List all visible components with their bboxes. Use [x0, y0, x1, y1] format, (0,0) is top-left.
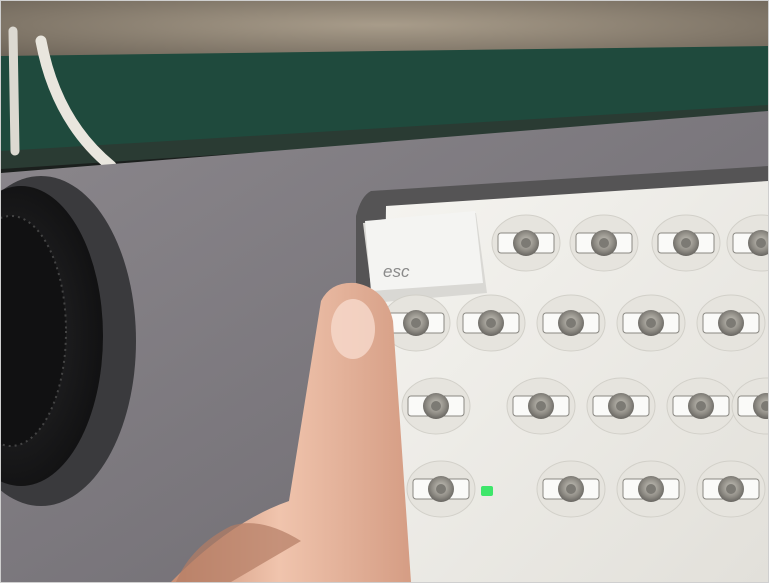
key-switch-stem [696, 294, 766, 352]
fingernail [331, 299, 375, 359]
esc-key-label: esc [383, 262, 410, 281]
white-cable-2 [8, 26, 20, 156]
key-switch-stem [616, 294, 686, 352]
key-switch-stem [506, 377, 576, 435]
photo-frame: esc [0, 0, 769, 583]
caps-lock-led [481, 486, 493, 496]
key-switch-stem [586, 377, 656, 435]
key-switch-stem [651, 214, 721, 272]
key-switch-stem [406, 460, 476, 518]
key-switch-stem [666, 377, 736, 435]
key-switch-stem [536, 294, 606, 352]
key-switch-stem [456, 294, 526, 352]
photo-scene: esc [1, 1, 768, 582]
esc-key: esc [363, 211, 487, 303]
key-switch-stem [491, 214, 561, 272]
key-switch-stem [569, 214, 639, 272]
key-switch-stem [616, 460, 686, 518]
key-switch-stem [536, 460, 606, 518]
key-switch-stem [401, 377, 471, 435]
key-switch-stem [696, 460, 766, 518]
